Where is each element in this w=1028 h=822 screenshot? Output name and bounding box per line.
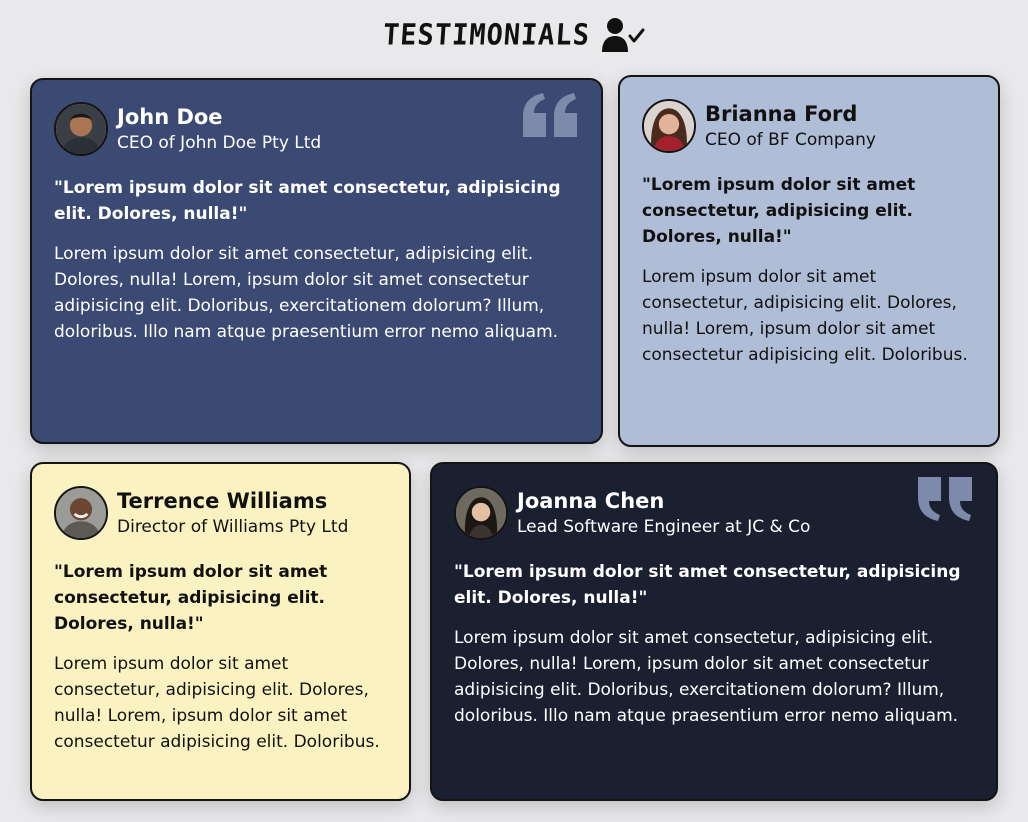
- testimonial-body: Lorem ipsum dolor sit amet consectetur, …: [642, 267, 968, 365]
- testimonial-body: Lorem ipsum dolor sit amet consectetur, …: [54, 244, 559, 342]
- person-role: CEO of John Doe Pty Ltd: [117, 133, 322, 153]
- close-quote-icon: [918, 477, 972, 521]
- testimonial-body: Lorem ipsum dolor sit amet consectetur, …: [454, 628, 959, 726]
- person-role: Director of Williams Pty Ltd: [117, 517, 349, 537]
- testimonial-headline: "Lorem ipsum dolor sit amet consectetur,…: [454, 562, 961, 608]
- testimonial-card: Terrence Williams Director of Williams P…: [30, 462, 411, 801]
- page-title: TESTIMONIALS: [382, 18, 592, 52]
- avatar: [642, 99, 696, 153]
- person-name: John Doe: [117, 104, 223, 129]
- person-role: Lead Software Engineer at JC & Co: [517, 517, 811, 537]
- person-name: Brianna Ford: [705, 101, 858, 126]
- card-header: John Doe CEO of John Doe Pty Ltd: [54, 100, 579, 158]
- testimonial-headline: "Lorem ipsum dolor sit amet consectetur,…: [54, 562, 328, 634]
- testimonial-body: Lorem ipsum dolor sit amet consectetur, …: [54, 654, 380, 752]
- testimonial-headline: "Lorem ipsum dolor sit amet consectetur,…: [54, 178, 561, 224]
- user-check-icon: [601, 16, 645, 54]
- person-name: Joanna Chen: [517, 488, 665, 513]
- avatar: [454, 486, 508, 540]
- card-header: Brianna Ford CEO of BF Company: [642, 97, 976, 155]
- open-quote-icon: [523, 93, 577, 137]
- person-role: CEO of BF Company: [705, 130, 876, 150]
- person-name: Terrence Williams: [117, 488, 328, 513]
- avatar: [54, 486, 108, 540]
- avatar: [54, 102, 108, 156]
- testimonial-card: Joanna Chen Lead Software Engineer at JC…: [430, 462, 998, 801]
- testimonial-card: John Doe CEO of John Doe Pty Ltd "Lorem …: [30, 78, 603, 444]
- card-header: Terrence Williams Director of Williams P…: [54, 484, 387, 542]
- page-header: TESTIMONIALS: [0, 10, 1028, 60]
- card-header: Joanna Chen Lead Software Engineer at JC…: [454, 484, 974, 542]
- testimonial-headline: "Lorem ipsum dolor sit amet consectetur,…: [642, 175, 916, 247]
- testimonial-card: Brianna Ford CEO of BF Company "Lorem ip…: [618, 75, 1000, 447]
